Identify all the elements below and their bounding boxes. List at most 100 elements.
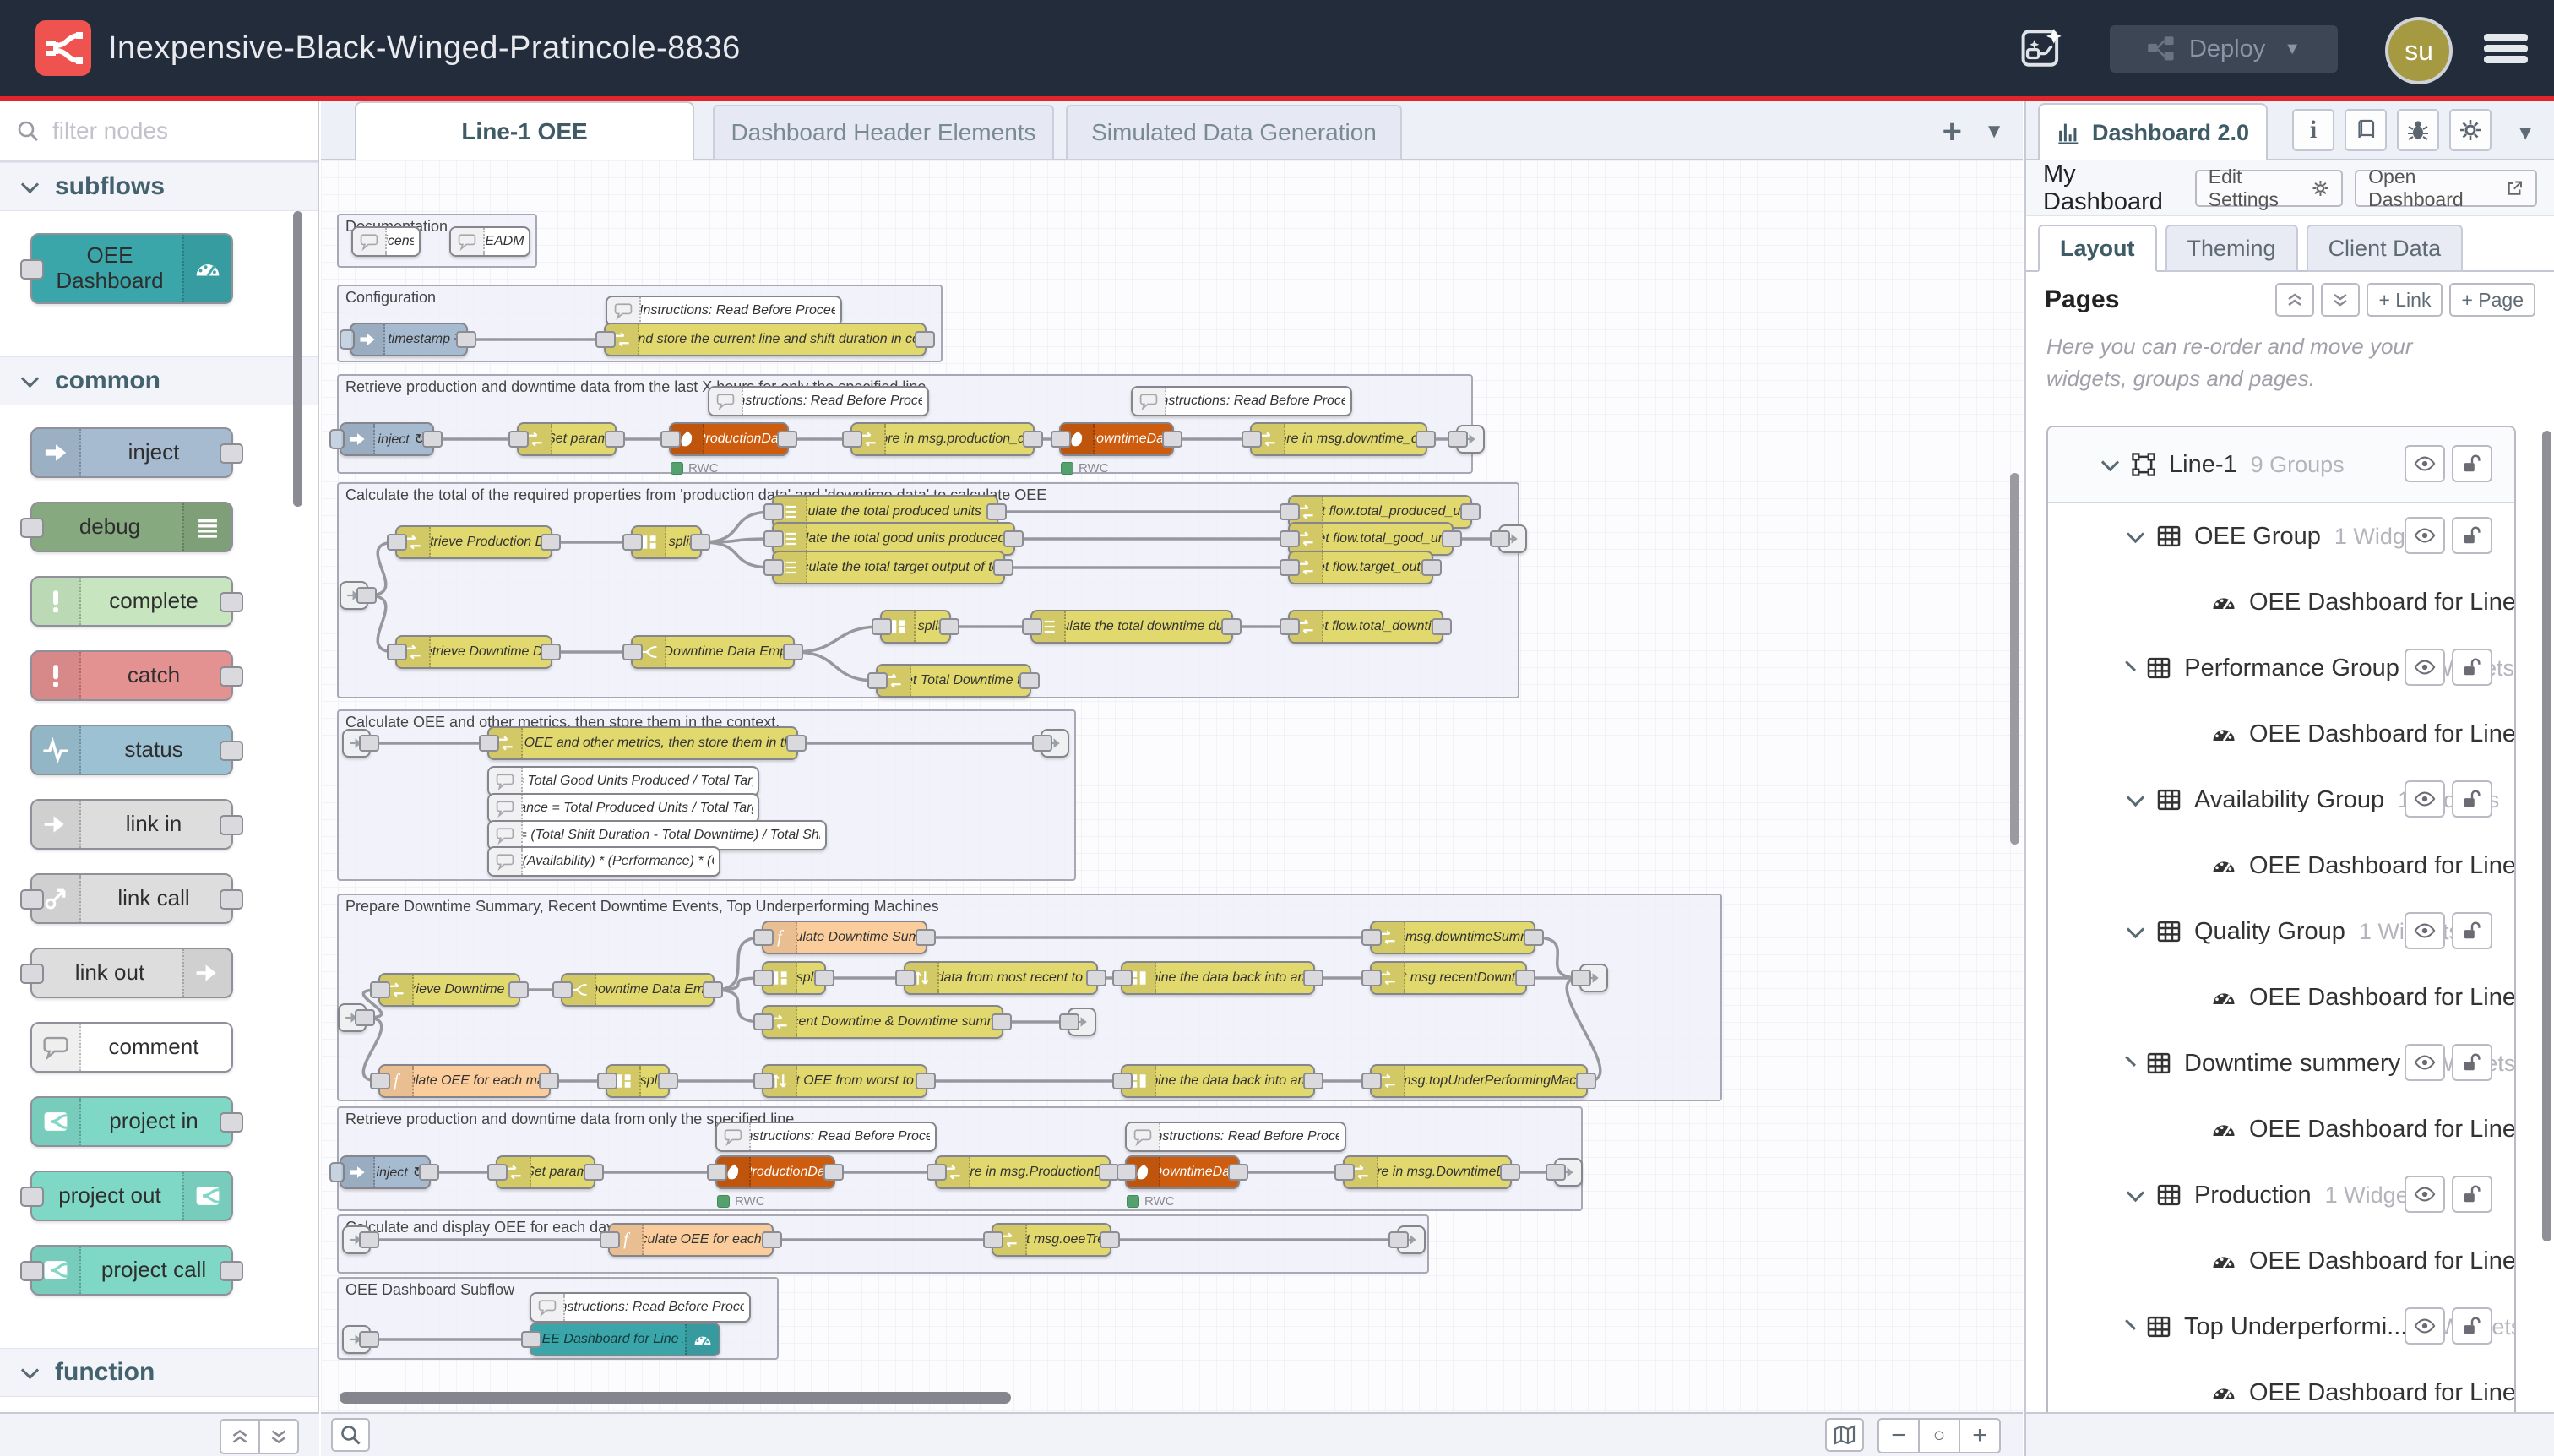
flow-node-key-instructions-read-before-proceeding[interactable]: Key Instructions: Read Before Proceeding bbox=[1131, 386, 1352, 416]
palette-node-link-out[interactable]: link out bbox=[30, 948, 233, 998]
flow-node-set-msg-recentdowntime[interactable]: set msg.recentDowntime bbox=[1370, 961, 1527, 995]
node-output-port[interactable] bbox=[541, 644, 561, 660]
flow-node-set-flow-total-downtime[interactable]: set flow.total_downtime bbox=[1288, 610, 1443, 644]
flow-node-is-downtime-data-empty[interactable]: Is Downtime Data Empty? bbox=[561, 973, 715, 1007]
node-output-port[interactable] bbox=[915, 331, 935, 348]
flow-node-link-in[interactable] bbox=[342, 1325, 371, 1354]
palette-node-inject[interactable]: inject bbox=[30, 427, 233, 478]
palette-node-project-in[interactable]: project in bbox=[30, 1096, 233, 1147]
flow-node-oee-dashboard-for-line-1[interactable]: OEE Dashboard for Line 1 bbox=[530, 1323, 720, 1356]
flow-node-set-params[interactable]: Set params bbox=[496, 1155, 595, 1189]
node-input-port[interactable] bbox=[20, 1187, 44, 1207]
flow-node-productiondata[interactable]: ProductionData bbox=[715, 1155, 835, 1189]
palette-node-oee-dashboard[interactable]: OEE Dashboard bbox=[30, 233, 233, 304]
sidebar-scrollbar[interactable] bbox=[2542, 431, 2551, 1241]
node-input-port[interactable] bbox=[552, 981, 573, 998]
node-output-port[interactable] bbox=[1515, 970, 1535, 986]
tree-group-row-oee-group[interactable]: OEE Group 1 Widgets bbox=[2048, 503, 2514, 569]
node-input-port[interactable] bbox=[1032, 735, 1052, 752]
zoom-in-button[interactable]: + bbox=[1959, 1420, 1999, 1452]
main-menu-button[interactable] bbox=[2480, 22, 2532, 74]
flow-tab-dashboard-header-elements[interactable]: Dashboard Header Elements bbox=[713, 105, 1054, 160]
node-input-port[interactable] bbox=[600, 1231, 620, 1248]
palette-category-common[interactable]: common bbox=[0, 356, 318, 405]
node-output-port[interactable] bbox=[1003, 530, 1024, 547]
node-input-port[interactable] bbox=[763, 503, 784, 520]
node-output-port[interactable] bbox=[1432, 618, 1452, 635]
flow-node-split[interactable]: split bbox=[631, 525, 702, 559]
node-output-port[interactable] bbox=[584, 1164, 604, 1181]
node-input-port[interactable] bbox=[622, 534, 643, 551]
node-output-port[interactable] bbox=[419, 1164, 439, 1181]
node-output-port[interactable] bbox=[658, 1073, 678, 1089]
tree-widget-row[interactable]: OEE Dashboard for Line 1 bbox=[2048, 1096, 2514, 1162]
flow-node-set-and-store-the-current-line-and-shift-duration-in-context[interactable]: Set and store the current line and shift… bbox=[604, 323, 927, 356]
node-output-port[interactable] bbox=[1303, 1073, 1323, 1089]
node-output-port[interactable] bbox=[939, 618, 959, 635]
node-output-port[interactable] bbox=[1416, 431, 1436, 448]
node-output-port[interactable] bbox=[823, 1164, 844, 1181]
flow-node-combine-the-data-back-into-an-array[interactable]: Combine the data back into an array. bbox=[1121, 1064, 1315, 1098]
node-input-port[interactable] bbox=[20, 964, 44, 984]
flow-node-sort-oee-from-worst-to-best[interactable]: Sort OEE from worst to best bbox=[762, 1064, 927, 1098]
flow-node-link-in[interactable] bbox=[342, 729, 371, 758]
node-output-port[interactable] bbox=[359, 1331, 379, 1348]
node-output-port[interactable] bbox=[220, 815, 243, 835]
flow-node-set-flow-target-output[interactable]: set flow.target_output bbox=[1288, 551, 1433, 584]
visibility-toggle-button[interactable] bbox=[2405, 1044, 2445, 1081]
lock-toggle-button[interactable] bbox=[2452, 780, 2492, 818]
minimap-toggle-button[interactable] bbox=[1825, 1418, 1864, 1452]
sidebar-tab-dashboard[interactable]: Dashboard 2.0 bbox=[2038, 103, 2268, 160]
node-output-port[interactable] bbox=[986, 503, 1007, 520]
node-output-port[interactable] bbox=[220, 741, 243, 761]
node-input-port[interactable] bbox=[1112, 970, 1133, 986]
node-output-port[interactable] bbox=[220, 666, 243, 687]
palette-node-project-call[interactable]: project call bbox=[30, 1245, 233, 1296]
node-output-port[interactable] bbox=[456, 331, 476, 348]
node-input-port[interactable] bbox=[1388, 1231, 1409, 1248]
flow-node-key-instructions-read-before-proceeding[interactable]: Key Instructions: Read Before Proceeding bbox=[530, 1292, 751, 1323]
node-input-port[interactable] bbox=[521, 1331, 541, 1348]
node-input-port[interactable] bbox=[1334, 1164, 1355, 1181]
flow-node-set-msg-topunderperformingmachines[interactable]: set msg.topUnderPerformingMachines bbox=[1370, 1064, 1588, 1098]
flow-node-calculate-oee-for-each-machine[interactable]: fCalculate OEE for each machine bbox=[378, 1064, 551, 1098]
add-page-button[interactable]: + Page bbox=[2449, 283, 2535, 317]
flow-node-sort-data-from-most-recent-to-oldest[interactable]: Sort data from most recent to oldest bbox=[904, 961, 1098, 995]
node-input-port[interactable] bbox=[508, 431, 529, 448]
node-output-port[interactable] bbox=[1460, 503, 1481, 520]
node-input-port[interactable] bbox=[1051, 431, 1071, 448]
flow-node-link-out[interactable] bbox=[1397, 1225, 1426, 1254]
flow-node-calculate-downtime-summery[interactable]: fCalculate Downtime Summery bbox=[762, 921, 927, 954]
node-input-port[interactable] bbox=[479, 735, 499, 752]
flow-node-inject[interactable]: inject ↻ bbox=[340, 1155, 431, 1189]
node-output-port[interactable] bbox=[1162, 431, 1182, 448]
node-output-port[interactable] bbox=[916, 1073, 936, 1089]
tree-widget-row[interactable]: OEE Dashboard for Line 1 bbox=[2048, 964, 2514, 1030]
flow-node-split[interactable]: split bbox=[762, 961, 826, 995]
flow-node-readme[interactable]: README bbox=[449, 226, 530, 257]
flow-node-split[interactable]: split bbox=[880, 610, 951, 644]
tree-group-row-production[interactable]: Production 1 Widgets bbox=[2048, 1162, 2514, 1228]
node-input-port[interactable] bbox=[1571, 970, 1591, 986]
zoom-reset-button[interactable]: ○ bbox=[1918, 1420, 1959, 1452]
flow-node-link-out[interactable] bbox=[1041, 729, 1069, 758]
visibility-toggle-button[interactable] bbox=[2405, 445, 2445, 482]
node-output-port[interactable] bbox=[783, 644, 803, 660]
flow-node-retrieve-downtime-data[interactable]: Retrieve Downtime Data bbox=[378, 973, 520, 1007]
tree-group-row-quality-group[interactable]: Quality Group 1 Widgets bbox=[2048, 899, 2514, 964]
node-input-port[interactable] bbox=[753, 1073, 774, 1089]
node-output-port[interactable] bbox=[422, 431, 443, 448]
node-output-port[interactable] bbox=[220, 592, 243, 612]
palette-search[interactable] bbox=[0, 101, 318, 162]
palette-node-complete[interactable]: complete bbox=[30, 576, 233, 627]
node-output-port[interactable] bbox=[762, 1231, 782, 1248]
tree-widget-row[interactable]: OEE Dashboard for Line 1 bbox=[2048, 569, 2514, 635]
palette-node-catch[interactable]: catch bbox=[30, 650, 233, 701]
node-input-port[interactable] bbox=[1490, 530, 1510, 547]
node-input-port[interactable] bbox=[1280, 503, 1300, 520]
palette-node-link-in[interactable]: link in bbox=[30, 799, 233, 850]
flow-node-quality-total-good-units-produced-total-target-units[interactable]: Quality = Total Good Units Produced / To… bbox=[487, 766, 759, 796]
palette-node-status[interactable]: status bbox=[30, 725, 233, 775]
flow-node-set-recent-downtime-downtime-summery-to[interactable]: Set Recent Downtime & Downtime summery t… bbox=[762, 1005, 1003, 1039]
flow-node-combine-the-data-back-into-an-array[interactable]: Combine the data back into an array. bbox=[1121, 961, 1315, 995]
